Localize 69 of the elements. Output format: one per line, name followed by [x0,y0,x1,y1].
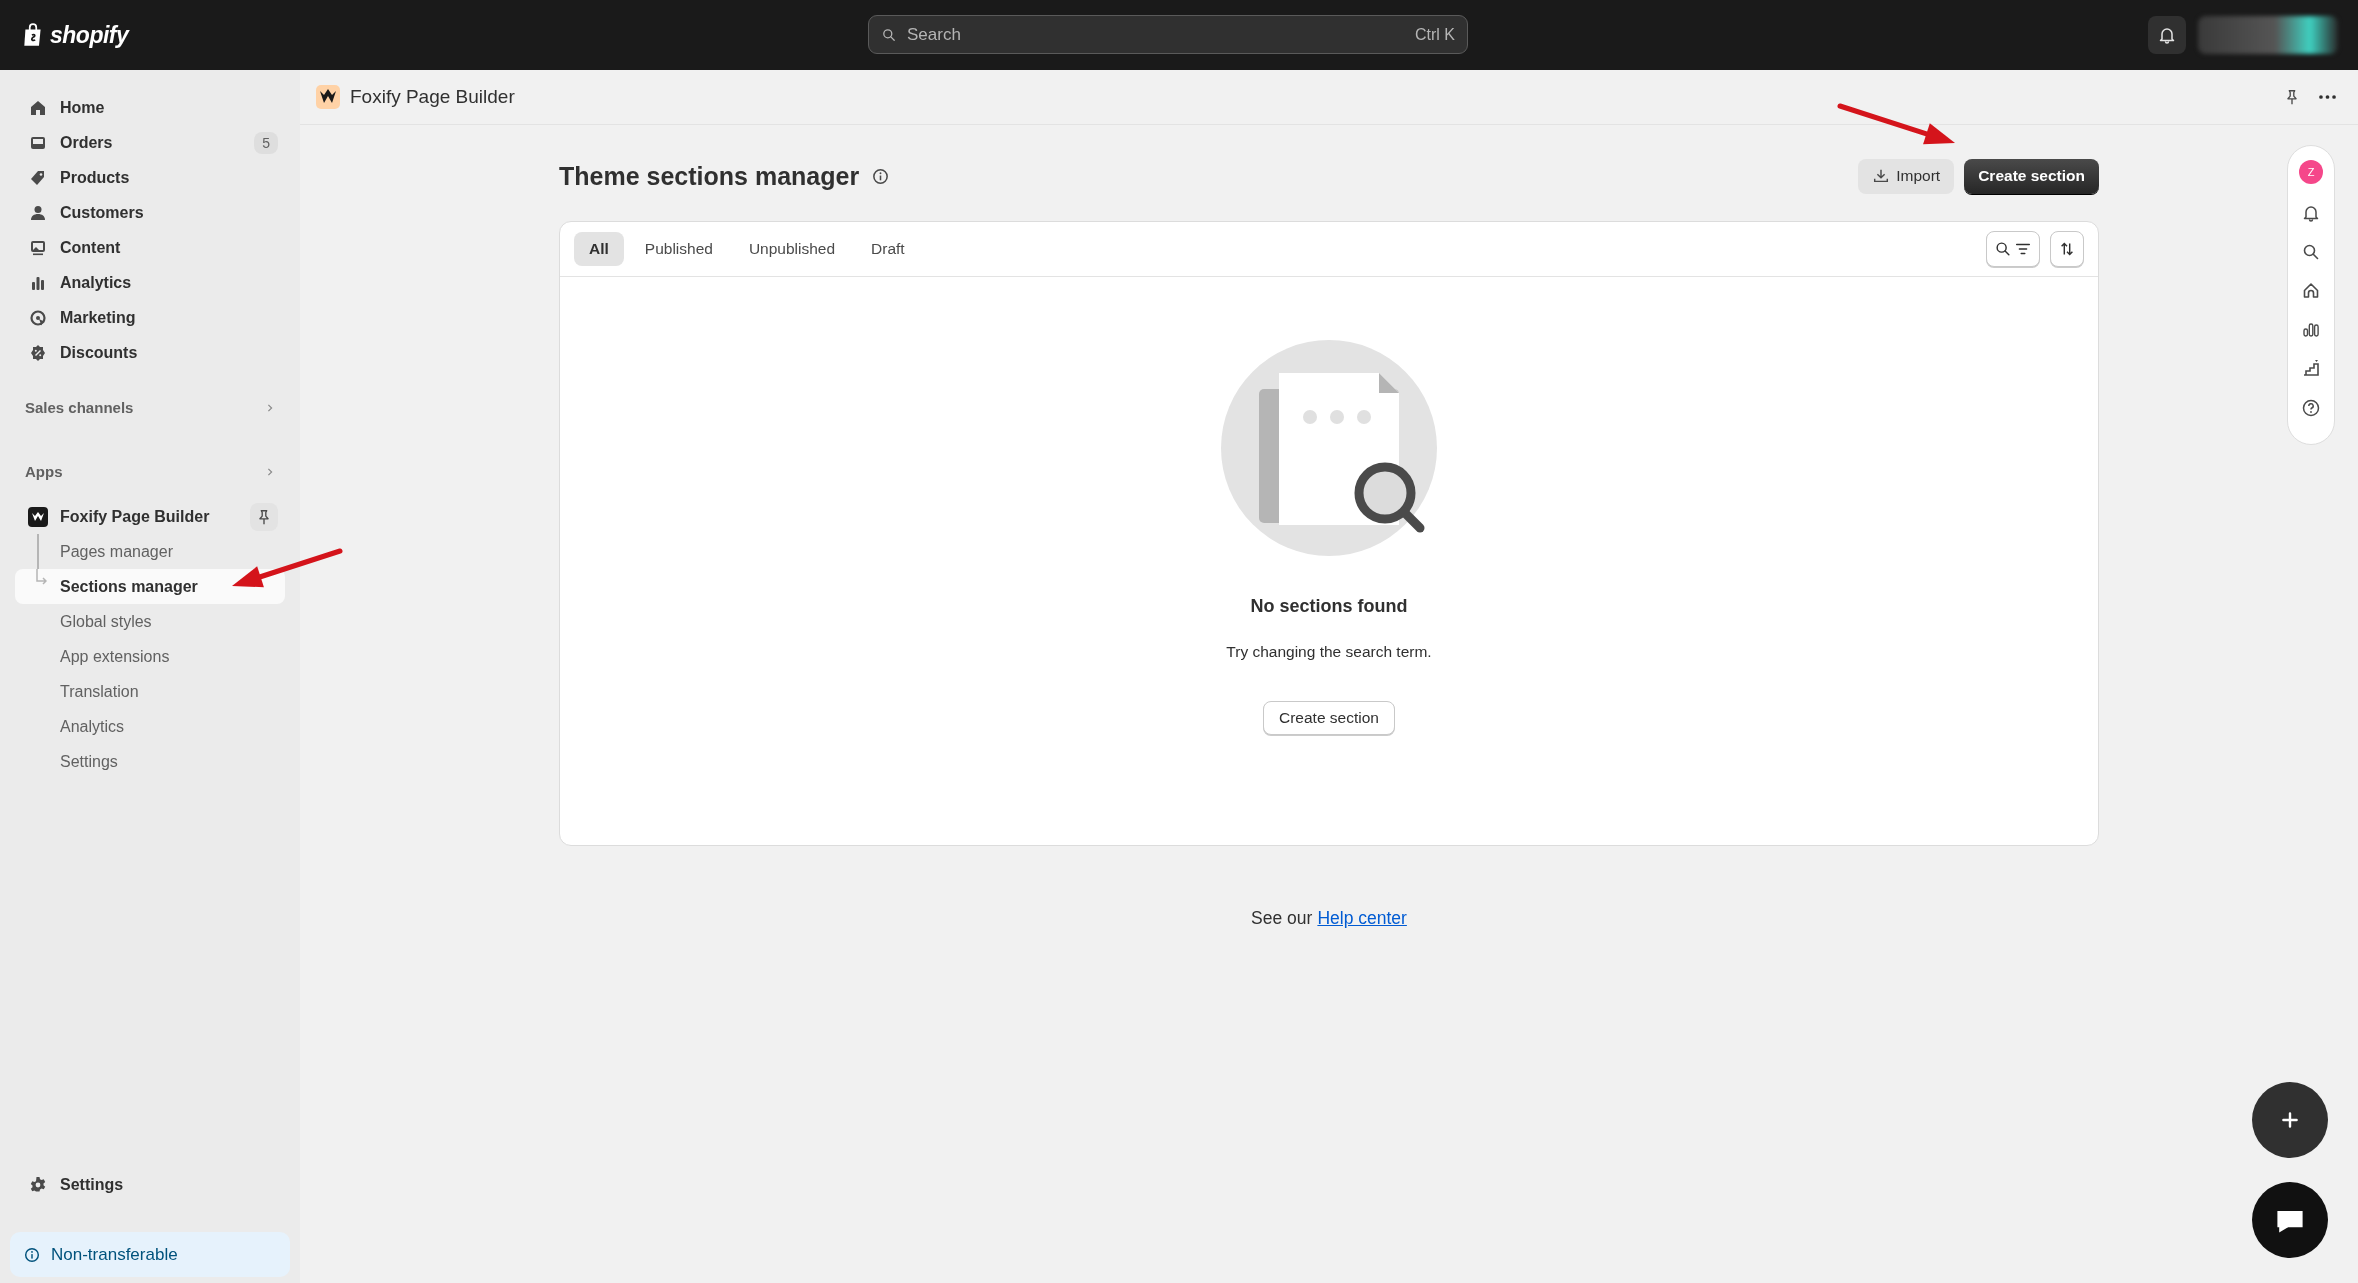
count-badge: 5 [254,131,278,154]
help-button[interactable] [2301,398,2321,418]
home-button[interactable] [2301,281,2321,301]
sort-icon [2058,240,2076,258]
sidebar-subitem[interactable]: Sections manager [15,569,285,604]
sidebar-item[interactable]: Home [10,90,290,125]
sidebar-subitem[interactable]: Translation [10,674,290,709]
search-field[interactable]: Search Ctrl K [868,15,1468,54]
sidebar-subitem[interactable]: Global styles [10,604,290,639]
home-icon [2301,281,2321,301]
notifications-button[interactable] [2148,16,2186,54]
sidebar-item[interactable]: Orders 5 [10,125,290,160]
search-icon [881,26,897,43]
discount-icon [28,342,48,363]
sidebar-item[interactable]: Customers [10,195,290,230]
sidebar-subitem[interactable]: Analytics [10,709,290,744]
sidebar-item[interactable]: Content [10,230,290,265]
sidebar-item[interactable]: Foxify Page Builder [10,499,290,534]
shopify-logo[interactable]: shopify [20,21,129,49]
more-button[interactable] [2319,95,2336,99]
sidebar-item[interactable]: Products [10,160,290,195]
import-button[interactable]: Import [1858,158,1955,194]
sidebar-subitem[interactable]: Pages manager [10,534,290,569]
chart-button[interactable] [2301,320,2321,340]
help-text: See our [1251,908,1313,929]
bell-icon [2301,203,2321,223]
sidebar-section-header[interactable]: Apps [10,454,290,489]
create-section-button[interactable]: Create section [1964,158,2099,194]
filter-tab[interactable]: Draft [856,232,920,266]
account-button[interactable] [2198,16,2338,54]
filter-tab[interactable]: Unpublished [733,232,851,266]
sidebar-item[interactable]: Marketing [10,300,290,335]
more-icon [2319,95,2336,99]
bell-icon [2157,25,2177,45]
bar-chart-icon [2301,320,2321,340]
stairs-icon [2301,359,2321,379]
search-filter-button[interactable] [1986,231,2040,267]
plus-icon [2279,1109,2301,1131]
sidebar-section-header[interactable]: Sales channels [10,390,290,425]
sidebar-subitem[interactable]: Settings [10,744,290,779]
help-center-link[interactable]: Help center [1317,908,1407,929]
search-icon [1994,240,2012,258]
sidebar-item[interactable]: Settings [10,1167,290,1202]
info-icon [871,166,891,186]
app-logo-icon [28,506,48,527]
non-transferable-notice[interactable]: Non-transferable [10,1232,290,1277]
stairs-button[interactable] [2301,359,2321,379]
sidebar-item[interactable]: Analytics [10,265,290,300]
page-title: Theme sections manager [559,161,860,191]
search-button[interactable] [2301,242,2321,262]
filter-tab[interactable]: Published [629,232,728,266]
empty-state-heading: No sections found [1250,596,1408,617]
empty-state-text: Try changing the search term. [1226,643,1432,661]
download-icon [1872,167,1891,185]
pin-button[interactable] [250,502,278,531]
app-logo-icon [316,85,340,109]
gear-icon [28,1174,48,1195]
help-icon [2301,398,2321,418]
target-icon [28,307,48,328]
sidebar-subitem[interactable]: App extensions [10,639,290,674]
app-title: Foxify Page Builder [350,86,516,108]
bell-button[interactable] [2301,203,2321,223]
search-icon [2301,242,2321,262]
filter-tab[interactable]: All [574,232,624,266]
sort-button[interactable] [2050,231,2084,267]
info-icon [23,1245,41,1264]
tree-connector-icon [36,569,47,585]
create-section-button[interactable]: Create section [1263,701,1395,735]
sidebar-item[interactable]: Discounts [10,335,290,370]
